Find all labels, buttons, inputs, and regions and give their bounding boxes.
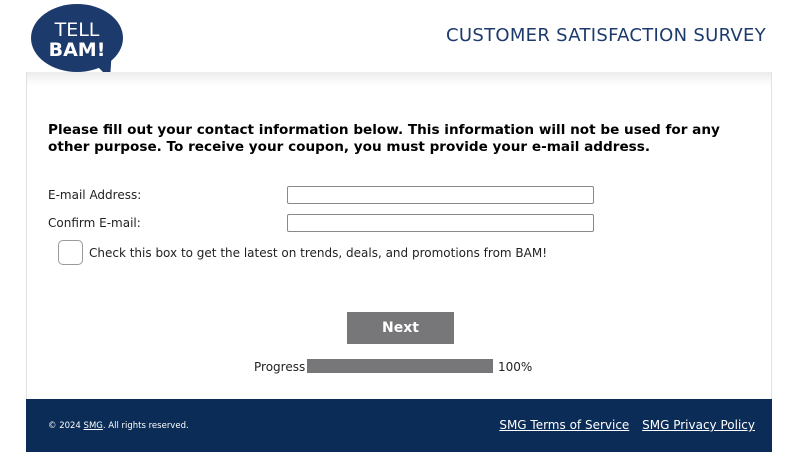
tell-bam-logo[interactable]: TELL BAM! [30, 3, 130, 79]
progress-label: Progress [254, 360, 306, 374]
card-top-divider [27, 72, 771, 86]
smg-link[interactable]: SMG [84, 421, 103, 431]
copyright-suffix: . All rights reserved. [102, 421, 189, 431]
survey-title: CUSTOMER SATISFACTION SURVEY [446, 25, 766, 46]
progress-percent: 100% [498, 360, 533, 374]
privacy-policy-link[interactable]: SMG Privacy Policy [642, 418, 755, 432]
next-button[interactable]: Next [347, 312, 454, 344]
instructions-text: Please fill out your contact information… [48, 122, 720, 155]
confirm-email-label: Confirm E-mail: [48, 216, 141, 230]
copyright-prefix: © 2024 [48, 421, 84, 431]
header: TELL BAM! CUSTOMER SATISFACTION SURVEY [0, 0, 800, 79]
footer: © 2024 SMG. All rights reserved. SMG Ter… [26, 399, 772, 452]
logo-line2: BAM! [49, 39, 106, 61]
promotions-checkbox-label[interactable]: Check this box to get the latest on tren… [89, 246, 547, 260]
progress-bar-fill [307, 359, 493, 373]
promotions-checkbox[interactable] [58, 240, 83, 265]
copyright-text: © 2024 SMG. All rights reserved. [48, 421, 189, 431]
email-label: E-mail Address: [48, 188, 142, 202]
footer-links: SMG Terms of Service SMG Privacy Policy [490, 418, 755, 432]
logo-line1: TELL [54, 19, 100, 41]
email-input[interactable] [287, 186, 594, 204]
confirm-email-input[interactable] [287, 214, 594, 232]
progress-bar [307, 359, 493, 373]
survey-card: Please fill out your contact information… [26, 72, 772, 399]
terms-of-service-link[interactable]: SMG Terms of Service [499, 418, 629, 432]
